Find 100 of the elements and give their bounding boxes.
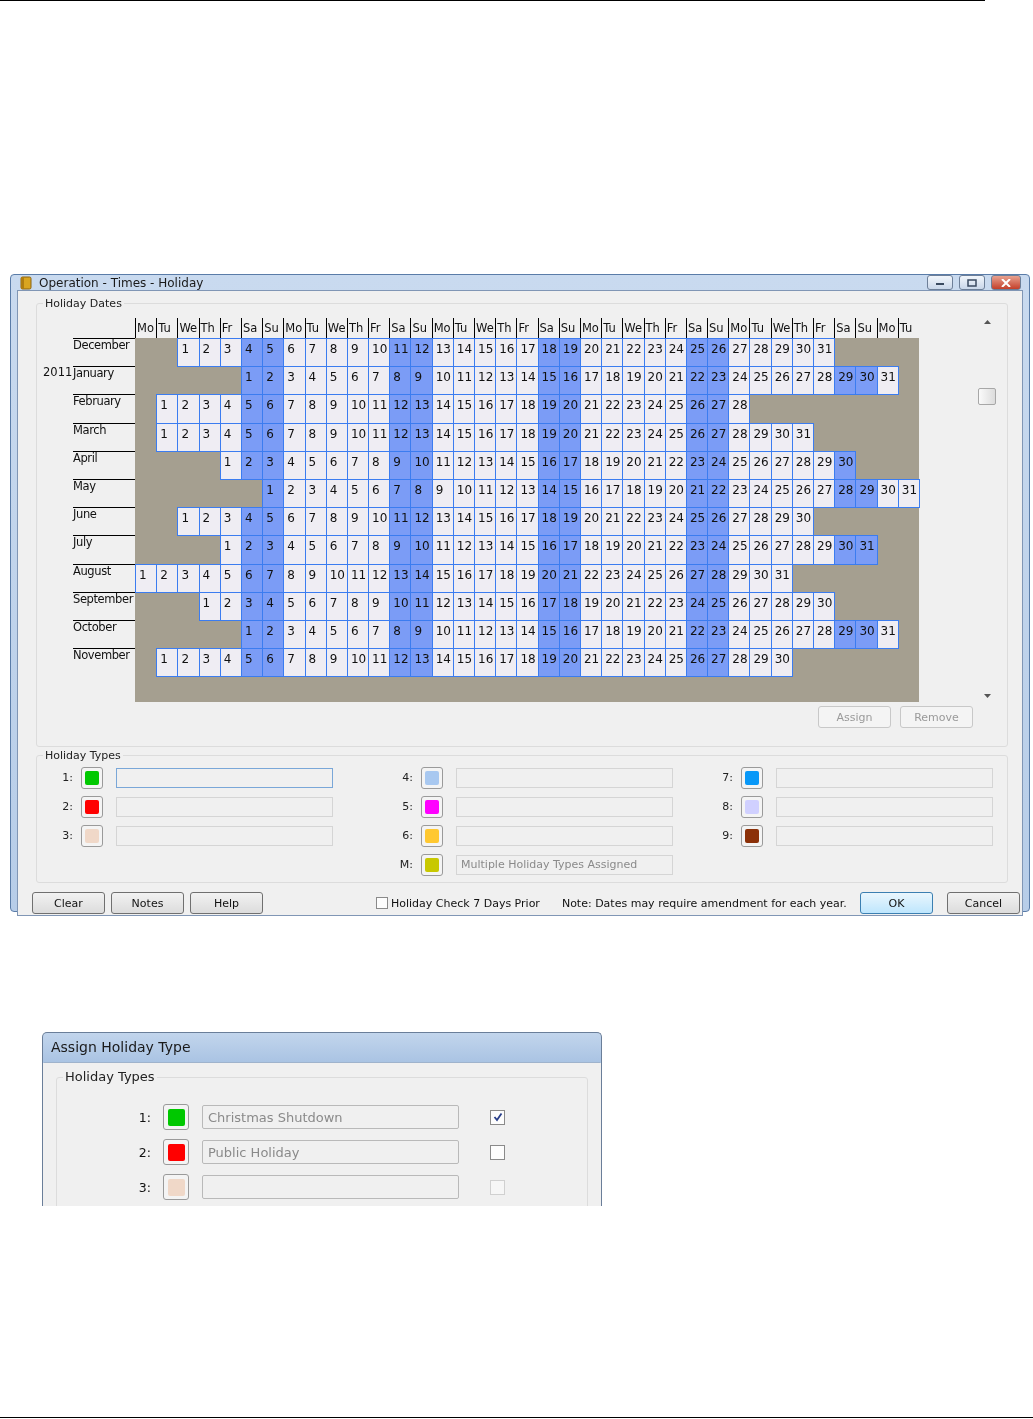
day-cell[interactable]: 4: [198, 563, 221, 593]
notes-button[interactable]: Notes: [111, 892, 184, 914]
day-cell[interactable]: 12: [474, 619, 497, 650]
day-cell[interactable]: 14: [516, 366, 539, 396]
day-cell[interactable]: 1: [156, 648, 179, 678]
day-cell[interactable]: 26: [770, 366, 793, 396]
day-cell[interactable]: 1: [135, 563, 158, 593]
day-cell[interactable]: 3: [177, 563, 200, 593]
day-cell[interactable]: 24: [728, 366, 751, 396]
day-cell[interactable]: 1: [156, 422, 179, 452]
day-cell[interactable]: 24: [749, 478, 772, 509]
weekend-day-cell[interactable]: 25: [707, 591, 730, 621]
type-name-field[interactable]: [456, 767, 673, 788]
day-cell[interactable]: 17: [474, 563, 497, 593]
day-cell[interactable]: 31: [876, 619, 899, 650]
day-cell[interactable]: 19: [516, 563, 539, 593]
day-cell[interactable]: 2: [198, 507, 221, 537]
day-cell[interactable]: 13: [516, 478, 539, 509]
day-cell[interactable]: 18: [516, 648, 539, 678]
day-cell[interactable]: 30: [813, 591, 836, 621]
weekend-day-cell[interactable]: 3: [262, 535, 285, 565]
day-cell[interactable]: 8: [304, 394, 327, 424]
day-cell[interactable]: 21: [643, 535, 666, 565]
ok-button[interactable]: OK: [860, 892, 933, 914]
weekend-day-cell[interactable]: 5: [262, 338, 285, 368]
day-cell[interactable]: 18: [516, 394, 539, 424]
day-cell[interactable]: 12: [495, 478, 518, 509]
day-cell[interactable]: 28: [728, 394, 751, 424]
day-cell[interactable]: 10: [368, 507, 391, 537]
day-cell[interactable]: 29: [749, 422, 772, 452]
weekend-day-cell[interactable]: 13: [389, 563, 412, 593]
day-cell[interactable]: 21: [622, 591, 645, 621]
day-cell[interactable]: 23: [622, 394, 645, 424]
day-cell[interactable]: 27: [749, 591, 772, 621]
day-cell[interactable]: 11: [368, 648, 391, 678]
day-cell[interactable]: 15: [516, 535, 539, 565]
day-cell[interactable]: 29: [749, 648, 772, 678]
close-button[interactable]: [991, 275, 1021, 290]
weekend-day-cell[interactable]: 16: [537, 535, 560, 565]
weekend-day-cell[interactable]: 27: [707, 648, 730, 678]
day-cell[interactable]: 3: [283, 366, 306, 396]
day-cell[interactable]: 1: [177, 507, 200, 537]
weekend-day-cell[interactable]: 2: [262, 366, 285, 396]
day-cell[interactable]: 14: [495, 450, 518, 480]
day-cell[interactable]: 1: [219, 535, 242, 565]
day-cell[interactable]: 14: [516, 619, 539, 650]
weekend-day-cell[interactable]: 24: [707, 450, 730, 480]
day-cell[interactable]: 19: [601, 535, 624, 565]
day-cell[interactable]: 24: [622, 563, 645, 593]
day-cell[interactable]: 14: [474, 591, 497, 621]
day-cell[interactable]: 18: [601, 619, 624, 650]
day-cell[interactable]: 28: [813, 366, 836, 396]
weekend-day-cell[interactable]: 19: [537, 394, 560, 424]
weekend-day-cell[interactable]: 6: [262, 422, 285, 452]
day-cell[interactable]: 18: [622, 478, 645, 509]
weekend-day-cell[interactable]: 10: [410, 535, 433, 565]
day-cell[interactable]: 13: [495, 619, 518, 650]
day-cell[interactable]: 4: [283, 535, 306, 565]
weekend-day-cell[interactable]: 22: [707, 478, 730, 509]
minimize-button[interactable]: [927, 275, 953, 290]
weekend-day-cell[interactable]: 30: [855, 619, 878, 650]
day-cell[interactable]: 25: [749, 619, 772, 650]
day-cell[interactable]: 9: [325, 394, 348, 424]
weekend-day-cell[interactable]: 8: [389, 366, 412, 396]
day-cell[interactable]: 26: [749, 450, 772, 480]
type-name-field[interactable]: [776, 767, 993, 788]
weekend-day-cell[interactable]: 8: [389, 619, 412, 650]
weekend-day-cell[interactable]: 6: [262, 394, 285, 424]
day-cell[interactable]: 27: [728, 338, 751, 368]
day-cell[interactable]: 21: [601, 338, 624, 368]
day-cell[interactable]: 26: [749, 535, 772, 565]
day-cell[interactable]: 3: [198, 648, 221, 678]
weekend-day-cell[interactable]: 3: [262, 450, 285, 480]
day-cell[interactable]: 14: [431, 648, 454, 678]
maximize-button[interactable]: [959, 275, 985, 290]
day-cell[interactable]: 31: [876, 366, 899, 396]
weekend-day-cell[interactable]: 6: [262, 648, 285, 678]
day-cell[interactable]: 9: [368, 591, 391, 621]
day-cell[interactable]: 27: [728, 507, 751, 537]
weekend-day-cell[interactable]: 24: [707, 535, 730, 565]
day-cell[interactable]: 30: [749, 563, 772, 593]
day-cell[interactable]: 20: [601, 591, 624, 621]
day-cell[interactable]: 1: [198, 591, 221, 621]
weekend-day-cell[interactable]: 12: [389, 394, 412, 424]
day-cell[interactable]: 27: [813, 478, 836, 509]
day-cell[interactable]: 7: [368, 366, 391, 396]
weekend-day-cell[interactable]: 23: [707, 366, 730, 396]
day-cell[interactable]: 29: [813, 535, 836, 565]
day-cell[interactable]: 17: [495, 422, 518, 452]
weekend-day-cell[interactable]: 23: [707, 619, 730, 650]
day-cell[interactable]: 31: [791, 422, 814, 452]
day-cell[interactable]: 22: [601, 394, 624, 424]
weekend-day-cell[interactable]: 30: [834, 450, 857, 480]
day-cell[interactable]: 13: [495, 366, 518, 396]
help-button[interactable]: Help: [190, 892, 263, 914]
day-cell[interactable]: 14: [431, 394, 454, 424]
weekend-day-cell[interactable]: 12: [410, 507, 433, 537]
day-cell[interactable]: 17: [495, 394, 518, 424]
weekend-day-cell[interactable]: 17: [558, 535, 581, 565]
day-cell[interactable]: 23: [622, 648, 645, 678]
